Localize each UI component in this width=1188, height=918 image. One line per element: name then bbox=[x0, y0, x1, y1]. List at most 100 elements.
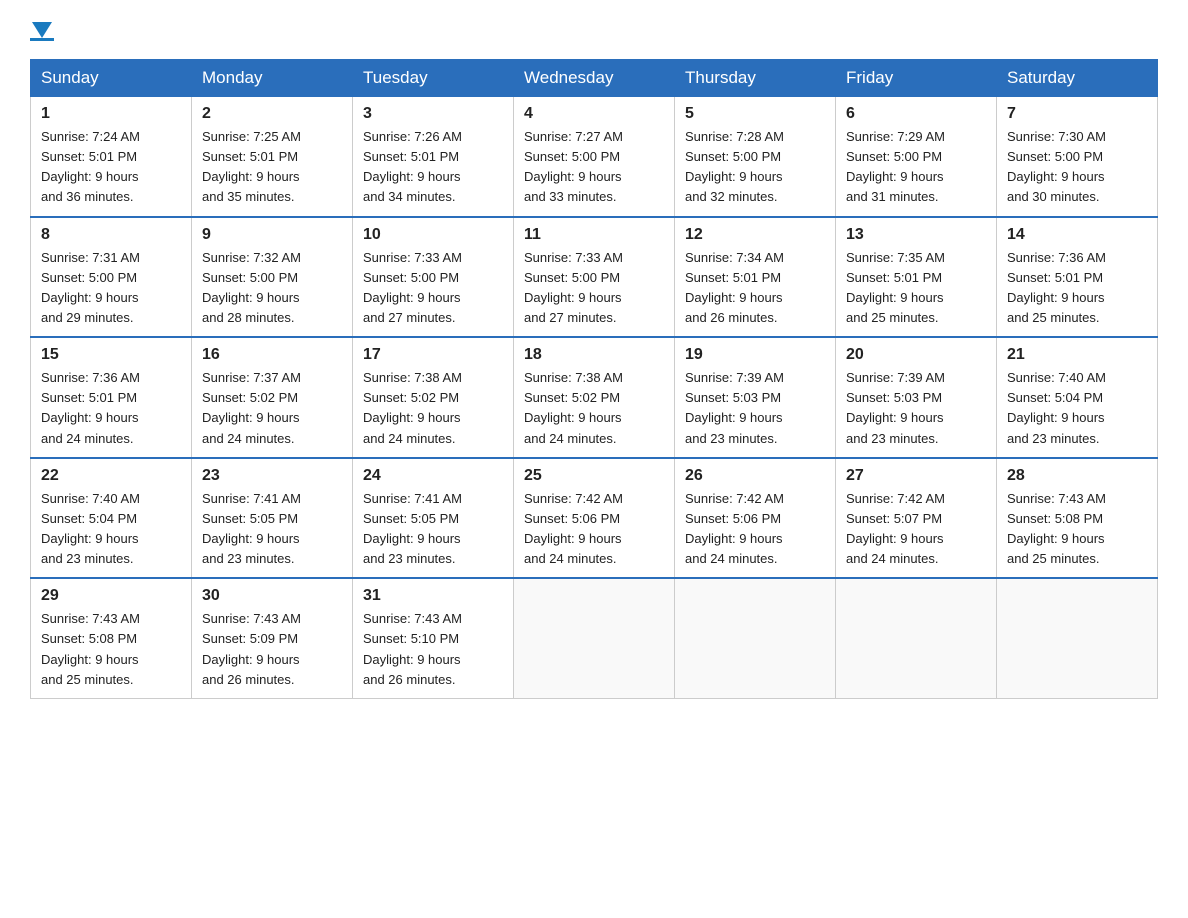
calendar-cell bbox=[514, 578, 675, 698]
week-row-3: 15 Sunrise: 7:36 AMSunset: 5:01 PMDaylig… bbox=[31, 337, 1158, 458]
calendar-cell: 9 Sunrise: 7:32 AMSunset: 5:00 PMDayligh… bbox=[192, 217, 353, 338]
day-info: Sunrise: 7:28 AMSunset: 5:00 PMDaylight:… bbox=[685, 129, 784, 204]
day-number: 1 bbox=[41, 105, 181, 123]
week-row-2: 8 Sunrise: 7:31 AMSunset: 5:00 PMDayligh… bbox=[31, 217, 1158, 338]
page-header bbox=[30, 20, 1158, 41]
day-info: Sunrise: 7:25 AMSunset: 5:01 PMDaylight:… bbox=[202, 129, 301, 204]
calendar-cell: 29 Sunrise: 7:43 AMSunset: 5:08 PMDaylig… bbox=[31, 578, 192, 698]
day-info: Sunrise: 7:42 AMSunset: 5:06 PMDaylight:… bbox=[685, 491, 784, 566]
day-info: Sunrise: 7:37 AMSunset: 5:02 PMDaylight:… bbox=[202, 370, 301, 445]
day-info: Sunrise: 7:42 AMSunset: 5:06 PMDaylight:… bbox=[524, 491, 623, 566]
day-number: 17 bbox=[363, 346, 503, 364]
day-number: 9 bbox=[202, 226, 342, 244]
calendar-cell: 1 Sunrise: 7:24 AMSunset: 5:01 PMDayligh… bbox=[31, 97, 192, 217]
day-info: Sunrise: 7:40 AMSunset: 5:04 PMDaylight:… bbox=[41, 491, 140, 566]
day-info: Sunrise: 7:33 AMSunset: 5:00 PMDaylight:… bbox=[363, 250, 462, 325]
day-number: 20 bbox=[846, 346, 986, 364]
day-info: Sunrise: 7:33 AMSunset: 5:00 PMDaylight:… bbox=[524, 250, 623, 325]
day-info: Sunrise: 7:39 AMSunset: 5:03 PMDaylight:… bbox=[685, 370, 784, 445]
day-info: Sunrise: 7:39 AMSunset: 5:03 PMDaylight:… bbox=[846, 370, 945, 445]
day-info: Sunrise: 7:41 AMSunset: 5:05 PMDaylight:… bbox=[363, 491, 462, 566]
day-info: Sunrise: 7:27 AMSunset: 5:00 PMDaylight:… bbox=[524, 129, 623, 204]
calendar-cell: 5 Sunrise: 7:28 AMSunset: 5:00 PMDayligh… bbox=[675, 97, 836, 217]
day-number: 31 bbox=[363, 587, 503, 605]
day-number: 14 bbox=[1007, 226, 1147, 244]
logo-underline bbox=[30, 38, 54, 41]
day-number: 12 bbox=[685, 226, 825, 244]
calendar-cell: 18 Sunrise: 7:38 AMSunset: 5:02 PMDaylig… bbox=[514, 337, 675, 458]
day-info: Sunrise: 7:43 AMSunset: 5:10 PMDaylight:… bbox=[363, 611, 462, 686]
calendar-cell: 14 Sunrise: 7:36 AMSunset: 5:01 PMDaylig… bbox=[997, 217, 1158, 338]
day-number: 2 bbox=[202, 105, 342, 123]
day-number: 23 bbox=[202, 467, 342, 485]
day-number: 3 bbox=[363, 105, 503, 123]
day-number: 26 bbox=[685, 467, 825, 485]
calendar-header-row: SundayMondayTuesdayWednesdayThursdayFrid… bbox=[31, 60, 1158, 97]
column-header-sunday: Sunday bbox=[31, 60, 192, 97]
calendar-cell: 3 Sunrise: 7:26 AMSunset: 5:01 PMDayligh… bbox=[353, 97, 514, 217]
calendar-cell: 23 Sunrise: 7:41 AMSunset: 5:05 PMDaylig… bbox=[192, 458, 353, 579]
calendar-cell: 27 Sunrise: 7:42 AMSunset: 5:07 PMDaylig… bbox=[836, 458, 997, 579]
calendar-cell bbox=[675, 578, 836, 698]
day-info: Sunrise: 7:24 AMSunset: 5:01 PMDaylight:… bbox=[41, 129, 140, 204]
day-number: 15 bbox=[41, 346, 181, 364]
column-header-monday: Monday bbox=[192, 60, 353, 97]
day-info: Sunrise: 7:31 AMSunset: 5:00 PMDaylight:… bbox=[41, 250, 140, 325]
column-header-saturday: Saturday bbox=[997, 60, 1158, 97]
calendar-cell: 15 Sunrise: 7:36 AMSunset: 5:01 PMDaylig… bbox=[31, 337, 192, 458]
calendar-cell: 30 Sunrise: 7:43 AMSunset: 5:09 PMDaylig… bbox=[192, 578, 353, 698]
calendar-cell: 6 Sunrise: 7:29 AMSunset: 5:00 PMDayligh… bbox=[836, 97, 997, 217]
logo bbox=[30, 20, 54, 41]
week-row-4: 22 Sunrise: 7:40 AMSunset: 5:04 PMDaylig… bbox=[31, 458, 1158, 579]
day-number: 28 bbox=[1007, 467, 1147, 485]
day-number: 16 bbox=[202, 346, 342, 364]
calendar-cell: 22 Sunrise: 7:40 AMSunset: 5:04 PMDaylig… bbox=[31, 458, 192, 579]
day-info: Sunrise: 7:43 AMSunset: 5:09 PMDaylight:… bbox=[202, 611, 301, 686]
day-number: 30 bbox=[202, 587, 342, 605]
calendar-cell: 17 Sunrise: 7:38 AMSunset: 5:02 PMDaylig… bbox=[353, 337, 514, 458]
day-info: Sunrise: 7:40 AMSunset: 5:04 PMDaylight:… bbox=[1007, 370, 1106, 445]
day-number: 11 bbox=[524, 226, 664, 244]
calendar-cell: 8 Sunrise: 7:31 AMSunset: 5:00 PMDayligh… bbox=[31, 217, 192, 338]
day-number: 25 bbox=[524, 467, 664, 485]
calendar-cell: 10 Sunrise: 7:33 AMSunset: 5:00 PMDaylig… bbox=[353, 217, 514, 338]
calendar-cell: 26 Sunrise: 7:42 AMSunset: 5:06 PMDaylig… bbox=[675, 458, 836, 579]
calendar-cell: 13 Sunrise: 7:35 AMSunset: 5:01 PMDaylig… bbox=[836, 217, 997, 338]
calendar-cell: 25 Sunrise: 7:42 AMSunset: 5:06 PMDaylig… bbox=[514, 458, 675, 579]
calendar-cell: 11 Sunrise: 7:33 AMSunset: 5:00 PMDaylig… bbox=[514, 217, 675, 338]
column-header-thursday: Thursday bbox=[675, 60, 836, 97]
calendar-cell: 31 Sunrise: 7:43 AMSunset: 5:10 PMDaylig… bbox=[353, 578, 514, 698]
day-info: Sunrise: 7:29 AMSunset: 5:00 PMDaylight:… bbox=[846, 129, 945, 204]
day-number: 7 bbox=[1007, 105, 1147, 123]
day-info: Sunrise: 7:36 AMSunset: 5:01 PMDaylight:… bbox=[41, 370, 140, 445]
column-header-tuesday: Tuesday bbox=[353, 60, 514, 97]
calendar-cell: 2 Sunrise: 7:25 AMSunset: 5:01 PMDayligh… bbox=[192, 97, 353, 217]
day-number: 21 bbox=[1007, 346, 1147, 364]
calendar-cell: 21 Sunrise: 7:40 AMSunset: 5:04 PMDaylig… bbox=[997, 337, 1158, 458]
calendar-cell: 7 Sunrise: 7:30 AMSunset: 5:00 PMDayligh… bbox=[997, 97, 1158, 217]
day-info: Sunrise: 7:43 AMSunset: 5:08 PMDaylight:… bbox=[41, 611, 140, 686]
day-info: Sunrise: 7:36 AMSunset: 5:01 PMDaylight:… bbox=[1007, 250, 1106, 325]
calendar-cell: 20 Sunrise: 7:39 AMSunset: 5:03 PMDaylig… bbox=[836, 337, 997, 458]
day-info: Sunrise: 7:41 AMSunset: 5:05 PMDaylight:… bbox=[202, 491, 301, 566]
week-row-5: 29 Sunrise: 7:43 AMSunset: 5:08 PMDaylig… bbox=[31, 578, 1158, 698]
day-info: Sunrise: 7:35 AMSunset: 5:01 PMDaylight:… bbox=[846, 250, 945, 325]
day-number: 19 bbox=[685, 346, 825, 364]
day-info: Sunrise: 7:32 AMSunset: 5:00 PMDaylight:… bbox=[202, 250, 301, 325]
day-info: Sunrise: 7:42 AMSunset: 5:07 PMDaylight:… bbox=[846, 491, 945, 566]
day-number: 13 bbox=[846, 226, 986, 244]
day-number: 22 bbox=[41, 467, 181, 485]
day-number: 24 bbox=[363, 467, 503, 485]
calendar-cell: 24 Sunrise: 7:41 AMSunset: 5:05 PMDaylig… bbox=[353, 458, 514, 579]
logo-triangle-icon bbox=[32, 22, 52, 38]
week-row-1: 1 Sunrise: 7:24 AMSunset: 5:01 PMDayligh… bbox=[31, 97, 1158, 217]
column-header-friday: Friday bbox=[836, 60, 997, 97]
day-info: Sunrise: 7:26 AMSunset: 5:01 PMDaylight:… bbox=[363, 129, 462, 204]
day-number: 27 bbox=[846, 467, 986, 485]
day-number: 5 bbox=[685, 105, 825, 123]
calendar-cell: 19 Sunrise: 7:39 AMSunset: 5:03 PMDaylig… bbox=[675, 337, 836, 458]
day-number: 8 bbox=[41, 226, 181, 244]
day-info: Sunrise: 7:38 AMSunset: 5:02 PMDaylight:… bbox=[363, 370, 462, 445]
day-info: Sunrise: 7:30 AMSunset: 5:00 PMDaylight:… bbox=[1007, 129, 1106, 204]
calendar-cell: 16 Sunrise: 7:37 AMSunset: 5:02 PMDaylig… bbox=[192, 337, 353, 458]
